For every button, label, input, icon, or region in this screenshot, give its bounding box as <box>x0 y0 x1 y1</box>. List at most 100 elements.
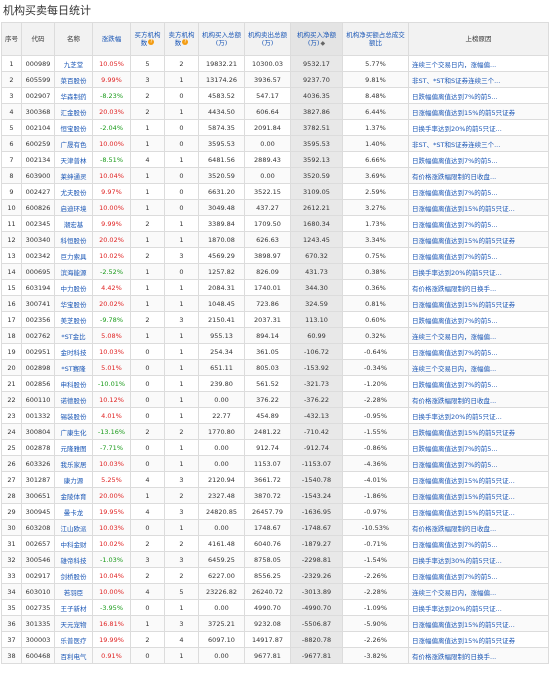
table-row[interactable]: 29 300945 曼卡龙 19.95% 4 3 24820.85 26457.79 -1636… <box>1 503 549 520</box>
table-row[interactable]: 24 300804 广康生化 -13.16% 2 2 1770.80 2481.22 -710.… <box>1 423 549 440</box>
cell-name[interactable]: *ST赛隆 <box>54 359 93 376</box>
cell-name[interactable]: 中科金财 <box>54 535 93 552</box>
cell-name[interactable]: 江山欧派 <box>54 519 93 536</box>
cell-code[interactable]: 603900 <box>21 167 55 184</box>
cell-reason[interactable]: 日换手率达到20%的前5只证... <box>408 119 549 136</box>
cell-name[interactable]: 九芝堂 <box>54 55 93 72</box>
cell-code[interactable]: 000695 <box>21 263 55 280</box>
cell-code[interactable]: 000989 <box>21 55 55 72</box>
table-row[interactable]: 5 002104 恒宝股份 -2.04% 1 0 5874.35 2091.84 3782.51… <box>1 119 549 136</box>
cell-reason[interactable]: 日涨幅偏离值达到7%的前5... <box>408 183 549 200</box>
cell-code[interactable]: 300368 <box>21 103 55 120</box>
header-change[interactable]: 涨跌幅 <box>92 22 131 56</box>
cell-name[interactable]: 华森制药 <box>54 87 93 104</box>
cell-name[interactable]: 我乐家居 <box>54 455 93 472</box>
cell-name[interactable]: 百利电气 <box>54 647 93 664</box>
table-row[interactable]: 8 603900 莱绅通灵 10.04% 1 0 3520.59 0.00 3520.59 3.6… <box>1 167 549 184</box>
table-row[interactable]: 14 000695 滨海能源 -2.52% 1 0 1257.82 826.09 431.73 0… <box>1 263 549 280</box>
table-row[interactable]: 4 300368 汇金股份 20.03% 2 1 4434.50 606.64 3827.86 6… <box>1 103 549 120</box>
cell-code[interactable]: 300804 <box>21 423 55 440</box>
cell-name[interactable]: 广晟有色 <box>54 135 93 152</box>
cell-name[interactable]: 广康生化 <box>54 423 93 440</box>
cell-name[interactable]: 乐普医疗 <box>54 631 93 648</box>
cell-code[interactable]: 002856 <box>21 375 55 392</box>
cell-name[interactable]: 金陵体育 <box>54 487 93 504</box>
cell-reason[interactable]: 日涨幅偏离值达到15%的前5只证券 <box>408 103 549 120</box>
cell-code[interactable]: 002104 <box>21 119 55 136</box>
cell-reason[interactable]: 日换手率达到20%的前5只证... <box>408 407 549 424</box>
cell-reason[interactable]: 日涨幅偏离值达到15%的前5只证券 <box>408 231 549 248</box>
cell-reason[interactable]: 日涨幅偏离值达到7%的前5... <box>408 343 549 360</box>
cell-name[interactable]: 天津普林 <box>54 151 93 168</box>
cell-code[interactable]: 002951 <box>21 343 55 360</box>
cell-reason[interactable]: 日涨幅偏离值达到15%的前5只证券 <box>408 295 549 312</box>
table-row[interactable]: 30 603208 江山欧派 10.03% 0 1 0.00 1748.67 -1748.67-… <box>1 519 549 536</box>
cell-name[interactable]: 莱绅通灵 <box>54 167 93 184</box>
cell-code[interactable]: 603010 <box>21 583 55 600</box>
table-row[interactable]: 17 002356 美芝股份 -9.78% 2 3 2150.41 2037.31 113.10… <box>1 311 549 328</box>
cell-name[interactable]: 尤夫股份 <box>54 183 93 200</box>
cell-name[interactable]: 科恒股份 <box>54 231 93 248</box>
cell-name[interactable]: 若羽臣 <box>54 583 93 600</box>
cell-reason[interactable]: 日涨幅偏离值达到7%的前5... <box>408 455 549 472</box>
cell-name[interactable]: 曼卡龙 <box>54 503 93 520</box>
cell-reason[interactable]: 日跌幅偏离值达到7%的前5... <box>408 151 549 168</box>
cell-name[interactable]: 汇金股份 <box>54 103 93 120</box>
cell-name[interactable]: 金时科技 <box>54 343 93 360</box>
cell-reason[interactable]: 有价格涨跌幅限制的日收盘... <box>408 519 549 536</box>
table-row[interactable]: 20 002898 *ST赛隆 5.01% 0 1 651.11 805.03 -153.92-… <box>1 359 549 376</box>
cell-name[interactable]: 康力源 <box>54 471 93 488</box>
cell-reason[interactable]: 有价格涨跌幅限制的日换手... <box>408 279 549 296</box>
table-row[interactable]: 38 600468 百利电气 0.91% 0 1 0.00 9677.81 -9677.81 -3… <box>1 647 549 664</box>
cell-name[interactable]: 元隆雅图 <box>54 439 93 456</box>
table-row[interactable]: 10 600826 启迪环境 10.00% 1 0 3049.48 437.27 2612.21… <box>1 199 549 216</box>
cell-code[interactable]: 301335 <box>21 615 55 632</box>
cell-code[interactable]: 300003 <box>21 631 55 648</box>
cell-name[interactable]: 菜百股份 <box>54 71 93 88</box>
cell-code[interactable]: 300651 <box>21 487 55 504</box>
cell-reason[interactable]: 日换手率达到30%的前5只证... <box>408 551 549 568</box>
cell-code[interactable]: 300546 <box>21 551 55 568</box>
table-row[interactable]: 27 301287 康力源 5.25% 4 3 2120.94 3661.72 -1540.78… <box>1 471 549 488</box>
cell-reason[interactable]: 有价格涨跌幅限制的日收盘... <box>408 391 549 408</box>
cell-reason[interactable]: 有价格涨跌幅限制的日收盘... <box>408 167 549 184</box>
cell-code[interactable]: 605599 <box>21 71 55 88</box>
cell-reason[interactable]: 日涨幅偏离值达到15%的前5只证... <box>408 487 549 504</box>
cell-reason[interactable]: 连续三个交易日内，涨幅偏... <box>408 327 549 344</box>
cell-reason[interactable]: 日涨幅偏离值达到7%的前5... <box>408 567 549 584</box>
table-row[interactable]: 7 002134 天津普林 -8.51% 4 1 6481.56 2889.43 3592.13… <box>1 151 549 168</box>
cell-name[interactable]: 诺德股份 <box>54 391 93 408</box>
cell-name[interactable]: 申科股份 <box>54 375 93 392</box>
cell-reason[interactable]: 非ST、*ST和S证券连续三个... <box>408 135 549 152</box>
cell-reason[interactable]: 非ST、*ST和S证券连续三个... <box>408 71 549 88</box>
table-row[interactable]: 22 600110 诺德股份 10.12% 0 1 0.00 376.22 -376.22 -2.… <box>1 391 549 408</box>
cell-code[interactable]: 002427 <box>21 183 55 200</box>
cell-code[interactable]: 002907 <box>21 87 55 104</box>
header-sell-count[interactable]: 卖方机构数? <box>164 22 199 56</box>
cell-code[interactable]: 600826 <box>21 199 55 216</box>
cell-reason[interactable]: 日换手率达到20%的前5只证... <box>408 599 549 616</box>
cell-reason[interactable]: 日跌幅偏离值达到7%的前5... <box>408 87 549 104</box>
cell-reason[interactable]: 日涨幅偏离值达到15%的前5只证券 <box>408 631 549 648</box>
header-sell-amount[interactable]: 机构卖出总额(万) <box>244 22 291 56</box>
cell-name[interactable]: 天元宠物 <box>54 615 93 632</box>
cell-reason[interactable]: 日涨幅偏离值达到7%的前5... <box>408 215 549 232</box>
table-row[interactable]: 15 603194 中力股份 4.42% 1 1 2084.31 1740.01 344.30 0… <box>1 279 549 296</box>
header-buy-count[interactable]: 买方机构数? <box>130 22 165 56</box>
cell-reason[interactable]: 日涨幅偏离值达到7%的前5... <box>408 247 549 264</box>
cell-reason[interactable]: 日涨幅偏离值达到15%的前5只证... <box>408 503 549 520</box>
cell-code[interactable]: 002917 <box>21 567 55 584</box>
cell-name[interactable]: 潮宏基 <box>54 215 93 232</box>
cell-code[interactable]: 301287 <box>21 471 55 488</box>
table-row[interactable]: 18 002762 *ST金比 5.08% 1 1 955.13 894.14 60.99 0.3… <box>1 327 549 344</box>
cell-code[interactable]: 002345 <box>21 215 55 232</box>
cell-reason[interactable]: 日跌幅偏离值达到7%的前5... <box>408 311 549 328</box>
cell-name[interactable]: 雄帝科技 <box>54 551 93 568</box>
table-row[interactable]: 28 300651 金陵体育 20.00% 1 2 2327.48 3870.72 -1543.… <box>1 487 549 504</box>
cell-reason[interactable]: 连续三个交易日内，涨幅偏... <box>408 583 549 600</box>
table-row[interactable]: 12 300340 科恒股份 20.02% 1 1 1870.08 626.63 1243.45… <box>1 231 549 248</box>
cell-name[interactable]: 中力股份 <box>54 279 93 296</box>
header-ratio[interactable]: 机构净买额占总成交额比 <box>342 22 409 56</box>
cell-code[interactable]: 603194 <box>21 279 55 296</box>
header-buy-amount[interactable]: 机构买入总额(万) <box>198 22 245 56</box>
